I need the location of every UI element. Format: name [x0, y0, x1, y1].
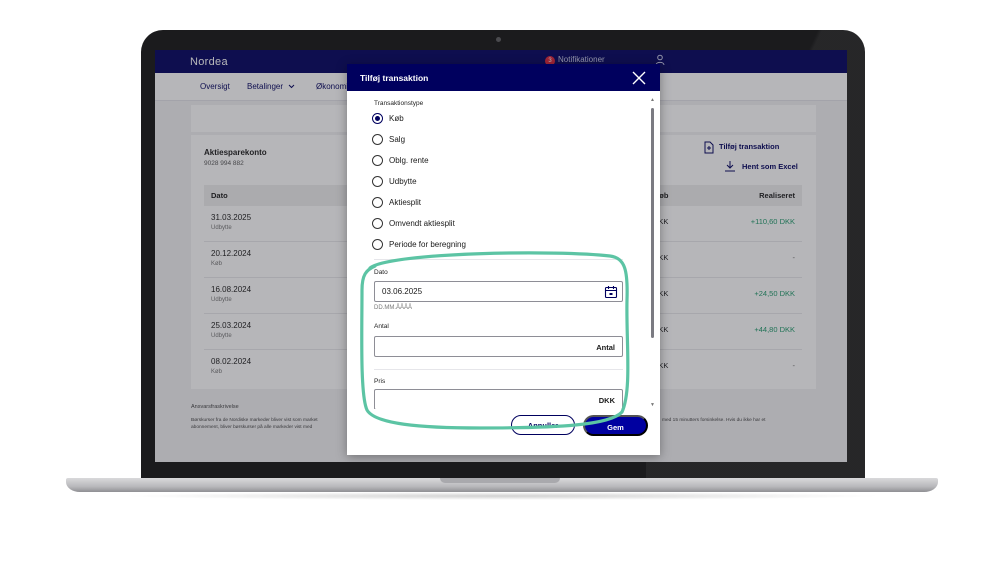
divider	[374, 259, 623, 260]
modal-title: Tilføj transaktion	[360, 73, 429, 83]
radio-selected-dot	[375, 116, 380, 121]
price-label: Pris	[374, 378, 386, 385]
add-transaction-modal: Tilføj transaktion Transaktionstype Køb …	[347, 64, 660, 455]
date-format-hint: DD.MM.ÅÅÅÅ	[374, 305, 413, 311]
modal-scrollbar[interactable]: ▲ ▼	[650, 98, 655, 408]
radio-salg[interactable]: Salg	[372, 133, 572, 147]
radio-circle	[372, 176, 383, 187]
scroll-thumb[interactable]	[651, 108, 654, 338]
price-suffix: DKK	[598, 396, 615, 405]
quantity-label: Antal	[374, 323, 389, 330]
transaction-type-label: Transaktionstype	[374, 100, 424, 107]
close-icon[interactable]	[629, 68, 649, 88]
radio-circle	[372, 218, 383, 229]
radio-oblg-rente[interactable]: Oblg. rente	[372, 154, 572, 168]
scroll-up-icon[interactable]: ▲	[650, 98, 655, 103]
radio-label: Omvendt aktiesplit	[389, 219, 455, 228]
divider	[374, 369, 623, 370]
save-button[interactable]: Gem	[583, 415, 648, 436]
radio-kob[interactable]: Køb	[372, 112, 572, 126]
radio-udbytte[interactable]: Udbytte	[372, 175, 572, 189]
radio-aktiesplit[interactable]: Aktiesplit	[372, 196, 572, 210]
radio-label: Oblg. rente	[389, 156, 429, 165]
quantity-input[interactable]: Antal	[374, 336, 623, 357]
quantity-suffix: Antal	[596, 343, 615, 352]
calendar-icon[interactable]	[604, 285, 618, 299]
laptop-notch	[440, 478, 560, 483]
radio-periode[interactable]: Periode for beregning	[372, 238, 572, 252]
modal-header: Tilføj transaktion	[347, 64, 660, 91]
cancel-button[interactable]: Annuller	[511, 415, 575, 435]
radio-label: Periode for beregning	[389, 240, 466, 249]
radio-circle	[372, 113, 383, 124]
scroll-down-icon[interactable]: ▼	[650, 403, 655, 408]
modal-body: Transaktionstype Køb Salg Oblg. rente Ud…	[347, 91, 660, 409]
camera	[496, 37, 501, 42]
radio-circle	[372, 197, 383, 208]
laptop-shadow	[120, 492, 884, 500]
date-input[interactable]: 03.06.2025	[374, 281, 623, 302]
radio-label: Udbytte	[389, 177, 417, 186]
stage: Nordea 3 Notifikationer Oversigt Betaling…	[0, 0, 1000, 563]
radio-label: Aktiesplit	[389, 198, 422, 207]
radio-omvendt-aktiesplit[interactable]: Omvendt aktiesplit	[372, 217, 572, 231]
date-input-value: 03.06.2025	[382, 287, 423, 296]
radio-circle	[372, 239, 383, 250]
radio-label: Salg	[389, 135, 406, 144]
radio-circle	[372, 134, 383, 145]
screen: Nordea 3 Notifikationer Oversigt Betaling…	[155, 50, 847, 462]
radio-label: Køb	[389, 114, 404, 123]
price-input[interactable]: DKK	[374, 389, 623, 409]
radio-circle	[372, 155, 383, 166]
modal-footer: Annuller Gem	[347, 409, 660, 455]
date-label: Dato	[374, 269, 388, 276]
